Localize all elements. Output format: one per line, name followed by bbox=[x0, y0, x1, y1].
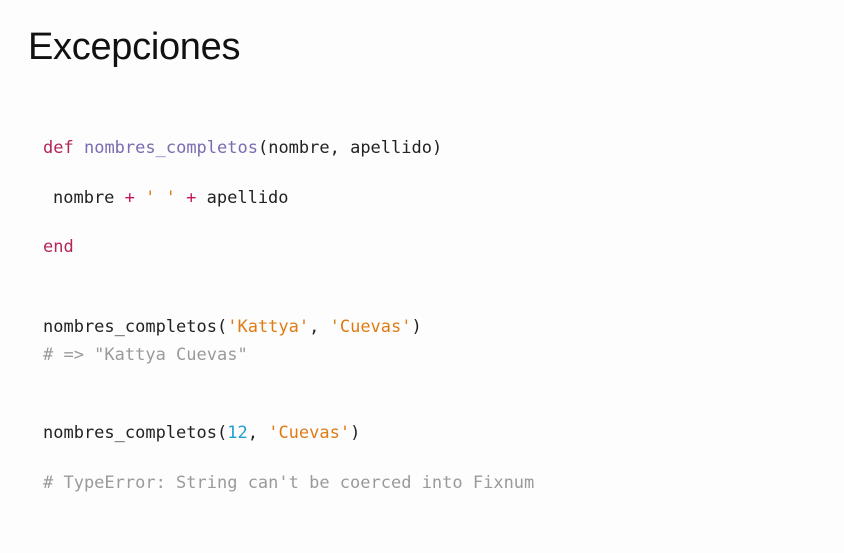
call2-sep: , bbox=[247, 423, 269, 443]
function-name: nombres_completos bbox=[83, 138, 258, 158]
call2-name: nombres_completos( bbox=[43, 423, 228, 443]
call2-arg1: 12 bbox=[227, 423, 248, 443]
call1-sep: , bbox=[309, 317, 330, 337]
code-line-def: def nombres_completos(nombre, apellido) bbox=[43, 137, 442, 159]
slide: Excepciones def nombres_completos(nombre… bbox=[0, 0, 844, 553]
call1-name: nombres_completos( bbox=[43, 317, 228, 337]
space-string: ' ' bbox=[145, 188, 176, 208]
plus-operator: + bbox=[186, 188, 197, 208]
result1-comment: # => "Kattya Cuevas" bbox=[43, 345, 248, 365]
body-var-nombre: nombre bbox=[53, 188, 115, 208]
code-line-call2: nombres_completos(12, 'Cuevas') bbox=[43, 422, 360, 444]
code-line-end: end bbox=[43, 236, 74, 258]
body-var-apellido: apellido bbox=[206, 188, 289, 208]
call2-arg2: 'Cuevas' bbox=[268, 423, 351, 443]
slide-title: Excepciones bbox=[28, 26, 241, 68]
code-line-body: nombre + ' ' + apellido bbox=[53, 187, 289, 209]
function-params: (nombre, apellido) bbox=[257, 138, 443, 158]
call1-arg2: 'Cuevas' bbox=[329, 317, 412, 337]
def-keyword: def bbox=[43, 138, 74, 158]
code-line-call1: nombres_completos('Kattya', 'Cuevas') bbox=[43, 316, 422, 338]
call1-arg1: 'Kattya' bbox=[227, 317, 310, 337]
call1-close: ) bbox=[411, 317, 422, 337]
result2-comment: # TypeError: String can't be coerced int… bbox=[43, 473, 535, 493]
plus-operator: + bbox=[124, 188, 135, 208]
call2-close: ) bbox=[350, 423, 361, 443]
end-keyword: end bbox=[43, 237, 74, 257]
